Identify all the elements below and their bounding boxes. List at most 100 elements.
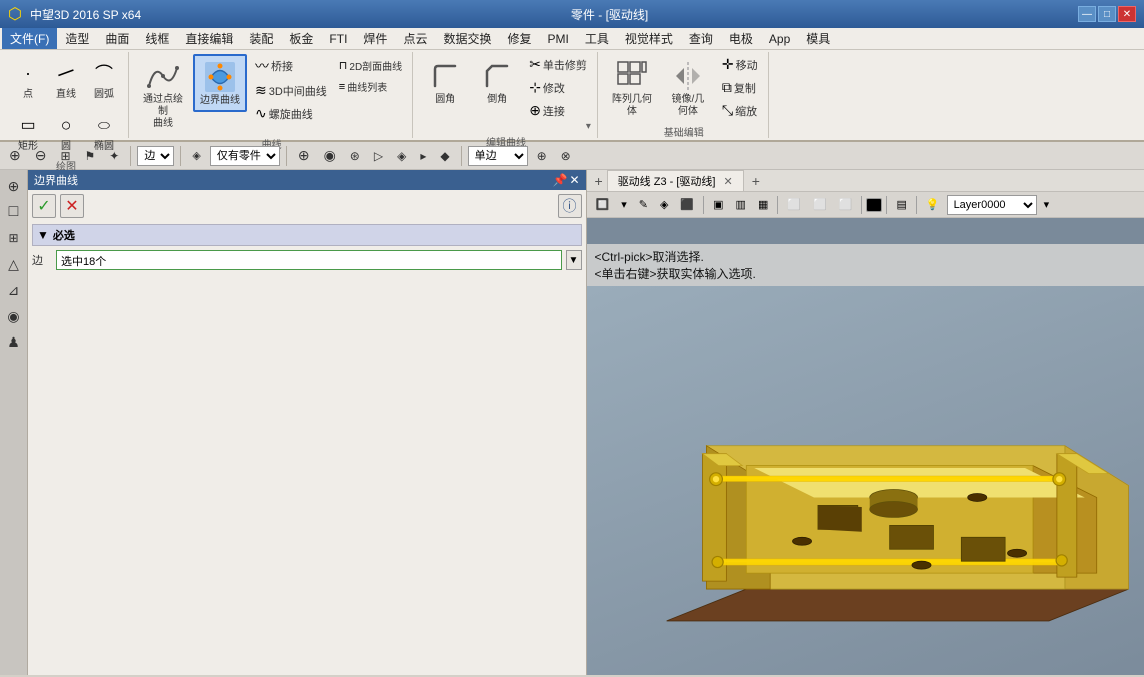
vp-tb-icon3[interactable]: ✎	[634, 196, 653, 213]
menu-direct-edit[interactable]: 直接编辑	[177, 28, 241, 49]
sub-tb-icon1[interactable]: ◈	[187, 146, 205, 165]
side-icon-6[interactable]: ◉	[2, 304, 26, 328]
menu-visual[interactable]: 视觉样式	[617, 28, 681, 49]
menu-wireframe[interactable]: 线框	[137, 28, 177, 49]
ribbon-btn-boundary-curve[interactable]: 边界曲线	[193, 54, 247, 112]
side-icon-4[interactable]: △	[2, 252, 26, 276]
vp-tb-icon12[interactable]	[866, 198, 882, 212]
minimize-btn[interactable]: —	[1078, 6, 1096, 22]
vp-tb-dropdown[interactable]: ▾	[1039, 196, 1055, 213]
panel-section-header[interactable]: ▼ 必选	[32, 224, 582, 246]
sub-tb-icon5[interactable]: ▷	[369, 146, 388, 166]
menu-assembly[interactable]: 装配	[241, 28, 281, 49]
ribbon-btn-bridge[interactable]: 〰 桥接	[251, 54, 331, 78]
menu-weld[interactable]: 焊件	[355, 28, 395, 49]
panel-info-btn[interactable]: ⓘ	[558, 194, 582, 218]
ribbon-btn-2d-conic[interactable]: ⊓ 2D剖面曲线	[335, 56, 406, 75]
ribbon-btn-line[interactable]: — 直线	[48, 54, 84, 104]
menu-sheetmetal[interactable]: 板金	[281, 28, 321, 49]
ribbon-btn-trim[interactable]: ✂ 单击修剪	[525, 54, 591, 75]
ribbon-btn-arc[interactable]: ⌒ 圆弧	[86, 54, 122, 104]
edge-mode-select[interactable]: 单边	[468, 146, 528, 166]
ribbon-btn-spline-through[interactable]: 通过点绘制曲线	[137, 54, 189, 134]
ribbon-btn-fillet[interactable]: 圆角	[421, 54, 469, 110]
vp-tb-icon4[interactable]: ◈	[655, 196, 673, 213]
vp-tb-icon8[interactable]: ▦	[753, 196, 773, 213]
menu-file[interactable]: 文件(F)	[2, 28, 57, 49]
panel-close-icon[interactable]: ✕	[569, 173, 579, 187]
menu-mold[interactable]: 模具	[798, 28, 838, 49]
menu-pointcloud[interactable]: 点云	[395, 28, 435, 49]
viewport-tab-add[interactable]: +	[746, 171, 766, 191]
close-btn[interactable]: ✕	[1118, 6, 1136, 22]
menu-pmi[interactable]: PMI	[539, 30, 576, 48]
ribbon-btn-curve-list[interactable]: ≡ 曲线列表	[335, 77, 406, 96]
ribbon-btn-point[interactable]: · 点	[10, 54, 46, 104]
vp-tb-icon11[interactable]: ⬜	[834, 196, 858, 213]
sub-tb-icon4[interactable]: ⊛	[345, 146, 365, 166]
side-icon-3[interactable]: ⊞	[2, 226, 26, 250]
menu-modeling[interactable]: 造型	[57, 28, 97, 49]
point-icon: ·	[12, 57, 44, 89]
message-2: <单击右键>获取实体输入选项.	[595, 265, 1137, 282]
sub-tb-icon6[interactable]: ◈	[392, 146, 411, 166]
viewport-3d[interactable]	[587, 286, 1144, 675]
tab-plus-icon[interactable]: +	[591, 173, 607, 189]
vp-tb-icon1[interactable]: 🔲	[591, 196, 615, 213]
ribbon-btn-scale[interactable]: ⤡ 缩放	[718, 100, 762, 121]
filter-select[interactable]: 边	[137, 146, 174, 166]
vp-tb-icon13[interactable]: ▤	[891, 196, 911, 213]
menu-repair[interactable]: 修复	[499, 28, 539, 49]
ribbon-btn-mirror[interactable]: 镜像/几何体	[662, 54, 714, 122]
vp-tb-icon5[interactable]: ⬛	[675, 196, 699, 213]
ribbon-btn-array[interactable]: 阵列几何体	[606, 54, 658, 122]
edge-field-value[interactable]: 选中18个	[56, 250, 562, 270]
menu-fti[interactable]: FTI	[321, 30, 355, 48]
vp-tb-icon14[interactable]: 💡	[921, 196, 945, 213]
sub-tb-icon2[interactable]: ⊕	[293, 144, 315, 167]
menu-dataexchange[interactable]: 数据交换	[435, 28, 499, 49]
menu-electrode[interactable]: 电极	[721, 28, 761, 49]
sub-tb-minus-btn[interactable]: ⊖	[30, 144, 52, 167]
vp-tb-icon9[interactable]: ⬜	[782, 196, 806, 213]
menu-tools[interactable]: 工具	[577, 28, 617, 49]
ribbon-btn-modify[interactable]: ⊹ 修改	[525, 77, 591, 98]
sub-tb-icon3[interactable]: ◉	[319, 144, 341, 167]
vp-tb-icon2[interactable]: ▾	[616, 196, 632, 213]
viewport-tab-main[interactable]: 驱动线 Z3 - [驱动线] ✕	[607, 170, 744, 191]
edit-curves-expand[interactable]: ▾	[586, 121, 591, 132]
vp-tb-icon10[interactable]: ⬜	[808, 196, 832, 213]
panel-cancel-btn[interactable]: ✕	[60, 194, 84, 218]
sub-tb-star-btn[interactable]: ✦	[104, 146, 124, 166]
side-icon-1[interactable]: ⊕	[2, 174, 26, 198]
ribbon-btn-chamfer[interactable]: 倒角	[473, 54, 521, 110]
ribbon-btn-3d-mid[interactable]: ≋ 3D中间曲线	[251, 80, 331, 101]
sub-tb-icon7[interactable]: ▸	[415, 146, 431, 166]
menu-app[interactable]: App	[761, 30, 798, 48]
vp-tb-icon6[interactable]: ▣	[708, 196, 728, 213]
ribbon-btn-connect[interactable]: ⊕ 连接	[525, 100, 591, 121]
sub-tb-icon9[interactable]: ⊕	[532, 146, 552, 166]
panel-confirm-btn[interactable]: ✓	[32, 194, 56, 218]
sub-tb-add-btn[interactable]: ⊕	[4, 144, 26, 167]
side-icon-7[interactable]: ♟	[2, 330, 26, 354]
maximize-btn[interactable]: □	[1098, 6, 1116, 22]
sub-tb-grid-btn[interactable]: ⊞	[55, 146, 75, 166]
ribbon-btn-helix[interactable]: ∿ 螺旋曲线	[251, 103, 331, 124]
edge-field-arrow[interactable]: ▼	[566, 250, 582, 270]
layer-select[interactable]: Layer0000	[947, 195, 1037, 215]
parts-filter-select[interactable]: 仅有零件	[210, 146, 280, 166]
menu-query[interactable]: 查询	[681, 28, 721, 49]
scale-icon: ⤡	[722, 102, 733, 119]
sub-tb-icon10[interactable]: ⊗	[556, 146, 576, 166]
sub-tb-flag-btn[interactable]: ⚑	[80, 146, 101, 166]
ribbon-btn-copy[interactable]: ⧉ 复制	[718, 77, 762, 98]
vp-tb-icon7[interactable]: ▥	[731, 196, 751, 213]
ribbon-btn-move[interactable]: ✛ 移动	[718, 54, 762, 75]
menu-surface[interactable]: 曲面	[97, 28, 137, 49]
sub-tb-icon8[interactable]: ◆	[435, 146, 454, 166]
side-icon-5[interactable]: ⊿	[2, 278, 26, 302]
panel-pin-icon[interactable]: 📌	[552, 173, 567, 187]
viewport-tab-close-icon[interactable]: ✕	[723, 175, 732, 188]
side-icon-2[interactable]: □	[2, 200, 26, 224]
